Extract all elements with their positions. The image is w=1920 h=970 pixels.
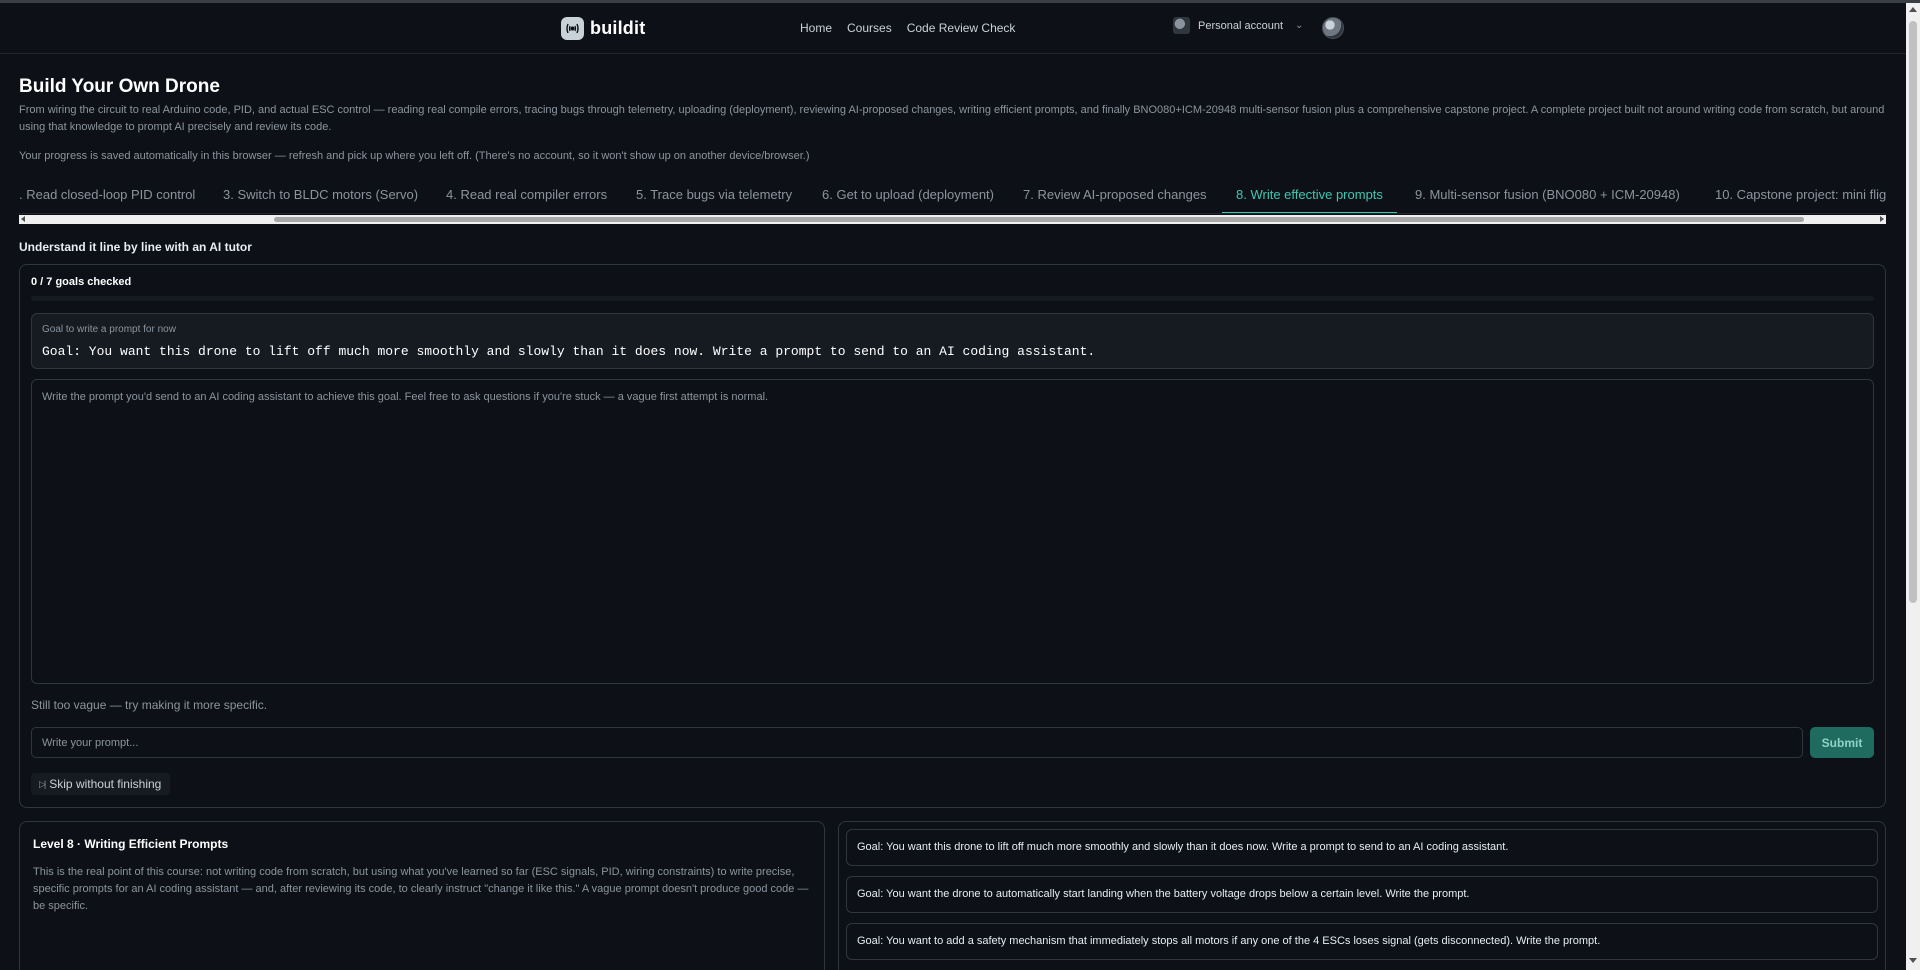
current-goal-text: Goal: You want this drone to lift off mu…: [42, 344, 1096, 359]
brand[interactable]: buildit: [561, 17, 645, 40]
skip-next-icon: ▷|: [39, 778, 46, 789]
main-nav: Home Courses Code Review Check: [800, 21, 1015, 35]
tab-level-5[interactable]: 5. Trace bugs via telemetry: [622, 184, 806, 213]
level-info-card: Level 8 · Writing Efficient Prompts This…: [19, 821, 825, 970]
goal-list-item[interactable]: Goal: You want the drone to automaticall…: [846, 876, 1878, 913]
tutor-panel: 0 / 7 goals checked Goal to write a prom…: [19, 264, 1886, 808]
brand-name: buildit: [590, 18, 646, 38]
tab-level-8[interactable]: 8. Write effective prompts: [1222, 184, 1397, 213]
goals-progress-bar: [31, 296, 1874, 301]
nav-courses-link[interactable]: Courses: [847, 21, 892, 35]
goal-list-item[interactable]: Goal: You want to add a safety mechanism…: [846, 923, 1878, 960]
goal-list-item[interactable]: Goal: You want this drone to lift off mu…: [846, 829, 1878, 866]
tab-level-7[interactable]: 7. Review AI-proposed changes: [1009, 184, 1221, 213]
user-avatar[interactable]: [1322, 17, 1344, 39]
skip-button-label: Skip without finishing: [49, 777, 162, 791]
progress-note: Your progress is saved automatically in …: [19, 150, 810, 162]
tab-level-9[interactable]: 9. Multi-sensor fusion (BNO080 + ICM-209…: [1401, 184, 1694, 213]
tab-level-2[interactable]: . Read closed-loop PID control: [19, 184, 209, 213]
nav-home-link[interactable]: Home: [800, 21, 832, 35]
tab-level-10[interactable]: 10. Capstone project: mini flig: [1701, 184, 1886, 213]
current-goal-box: Goal to write a prompt for now Goal: You…: [31, 313, 1874, 369]
navbar: buildit Home Courses Code Review Check P…: [0, 3, 1906, 54]
submit-button[interactable]: Submit: [1810, 727, 1874, 758]
scroll-down-arrow-icon[interactable]: [1909, 958, 1917, 963]
level-description: This is the real point of this course: n…: [33, 866, 809, 912]
page-description: From wiring the circuit to real Arduino …: [19, 104, 1885, 133]
brand-logo-icon: [561, 17, 584, 40]
page-scrollbar[interactable]: [1906, 3, 1920, 970]
account-avatar: [1173, 17, 1190, 34]
page-title: Build Your Own Drone: [19, 76, 220, 97]
goal-list-card: Goal: You want this drone to lift off mu…: [838, 821, 1886, 970]
scroll-right-arrow-icon[interactable]: [1880, 216, 1884, 222]
goals-count: 0 / 7 goals checked: [31, 276, 132, 288]
scroll-left-arrow-icon[interactable]: [21, 216, 25, 222]
scroll-up-arrow-icon[interactable]: [1909, 7, 1917, 12]
chevron-down-icon: ⌄: [1295, 20, 1304, 31]
account-label: Personal account: [1198, 19, 1283, 32]
skip-button[interactable]: ▷| Skip without finishing: [31, 773, 171, 795]
prompt-textarea[interactable]: [31, 379, 1874, 684]
tabs-scrollbar[interactable]: [19, 215, 1886, 224]
tutor-feedback: Still too vague — try making it more spe…: [31, 698, 268, 712]
tab-level-3[interactable]: 3. Switch to BLDC motors (Servo): [209, 184, 432, 213]
tutor-section-title: Understand it line by line with an AI tu…: [19, 240, 252, 254]
tabs-scrollbar-thumb[interactable]: [274, 217, 1804, 222]
nav-code-review-link[interactable]: Code Review Check: [907, 21, 1016, 35]
tab-level-4[interactable]: 4. Read real compiler errors: [432, 184, 621, 213]
level-tabs: . Read closed-loop PID control 3. Switch…: [19, 184, 1886, 214]
current-goal-label: Goal to write a prompt for now: [42, 324, 176, 335]
prompt-input[interactable]: [31, 727, 1803, 758]
level-title: Level 8 · Writing Efficient Prompts: [33, 837, 229, 851]
page-scrollbar-thumb[interactable]: [1909, 21, 1917, 603]
account-switcher[interactable]: Personal account ⌄: [1173, 17, 1303, 34]
tab-level-6[interactable]: 6. Get to upload (deployment): [808, 184, 1008, 213]
